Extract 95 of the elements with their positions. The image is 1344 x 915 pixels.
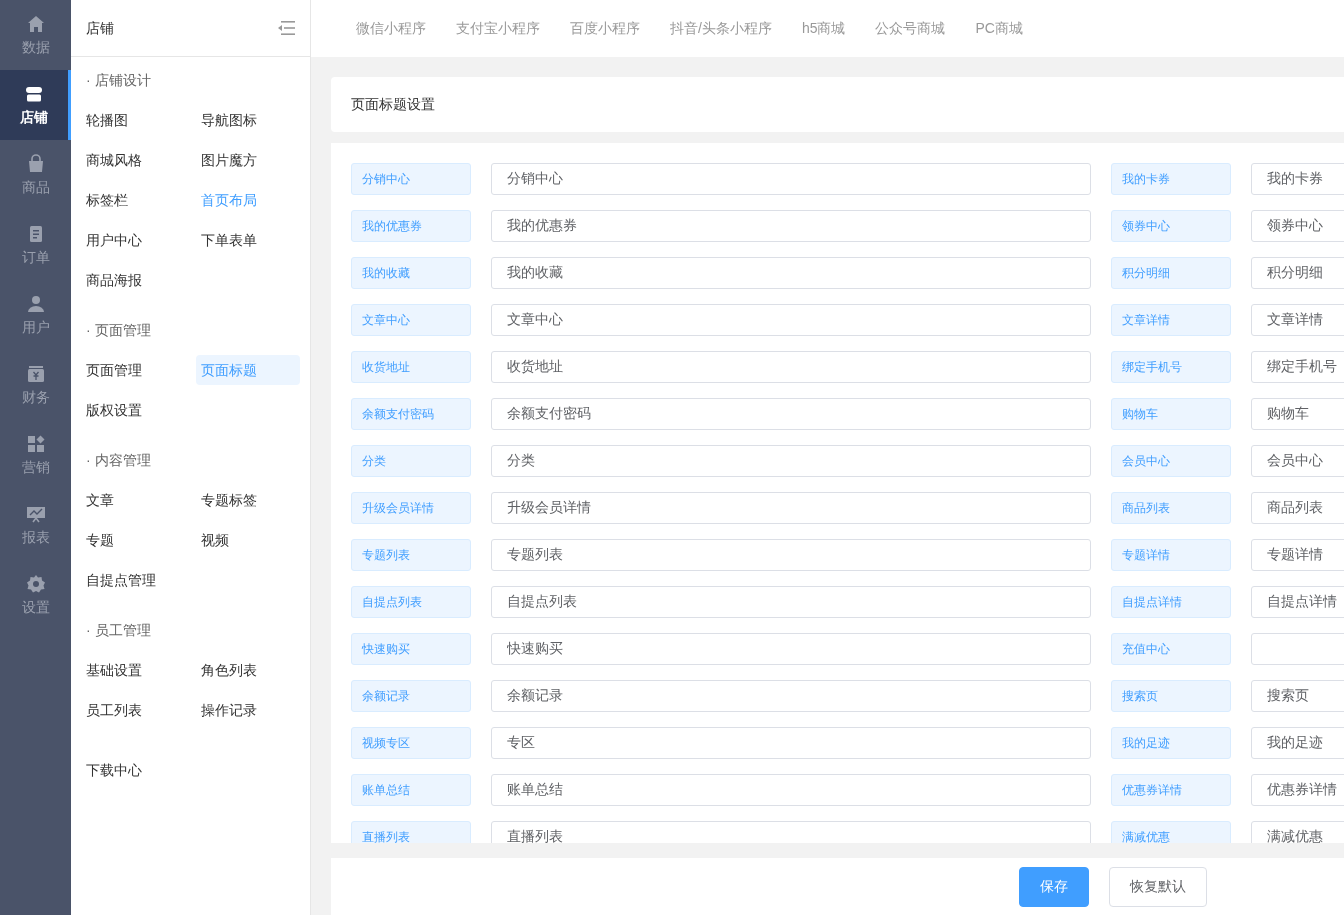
title-label: 搜索页 xyxy=(1111,680,1231,712)
title-input[interactable]: 直播列表 xyxy=(491,821,1091,843)
title-input[interactable]: 购物车 xyxy=(1251,398,1344,430)
menu-item[interactable]: 图片魔方 xyxy=(195,145,300,175)
title-label: 充值中心 xyxy=(1111,633,1231,665)
title-input[interactable]: 快速购买 xyxy=(491,633,1091,665)
title-label: 分类 xyxy=(351,445,471,477)
title-label: 优惠券详情 xyxy=(1111,774,1231,806)
title-label: 视频专区 xyxy=(351,727,471,759)
wallet-icon xyxy=(25,364,46,384)
title-input[interactable]: 升级会员详情 xyxy=(491,492,1091,524)
title-input[interactable]: 专题详情 xyxy=(1251,539,1344,571)
title-label: 直播列表 xyxy=(351,821,471,843)
title-label: 账单总结 xyxy=(351,774,471,806)
settings-icon xyxy=(25,574,46,594)
reset-button[interactable]: 恢复默认 xyxy=(1109,866,1207,907)
title-label: 绑定手机号 xyxy=(1111,351,1231,383)
title-label: 满减优惠 xyxy=(1111,821,1231,843)
title-input[interactable]: 领券中心 xyxy=(1251,210,1344,242)
title-label: 升级会员详情 xyxy=(351,492,471,524)
menu-group-title: · 员工管理 xyxy=(85,620,152,640)
menu-item[interactable]: 视频 xyxy=(195,525,300,555)
title-input[interactable]: 商品列表 xyxy=(1251,492,1344,524)
title-input[interactable]: 专题列表 xyxy=(491,539,1091,571)
menu-item[interactable]: 下载中心 xyxy=(81,755,186,785)
title-label: 文章中心 xyxy=(351,304,471,336)
nav-item[interactable]: 店铺 xyxy=(0,70,71,140)
title-input[interactable]: 自提点列表 xyxy=(491,586,1091,618)
title-input[interactable]: 收货地址 xyxy=(491,351,1091,383)
menu-item[interactable]: 文章 xyxy=(81,485,186,515)
menu-item[interactable]: 下单表单 xyxy=(195,225,300,255)
title-input[interactable]: 我的足迹 xyxy=(1251,727,1344,759)
title-input[interactable]: 文章中心 xyxy=(491,304,1091,336)
menu-item[interactable]: 操作记录 xyxy=(195,695,300,725)
chart-icon xyxy=(25,504,46,524)
title-label: 分销中心 xyxy=(351,163,471,195)
title-label: 自提点详情 xyxy=(1111,586,1231,618)
menu-item[interactable]: 基础设置 xyxy=(81,655,186,685)
menu-item[interactable]: 导航图标 xyxy=(195,105,300,135)
title-label: 收货地址 xyxy=(351,351,471,383)
title-input[interactable]: 我的收藏 xyxy=(491,257,1091,289)
title-input[interactable]: 积分明细 xyxy=(1251,257,1344,289)
title-label: 积分明细 xyxy=(1111,257,1231,289)
title-label: 专题列表 xyxy=(351,539,471,571)
title-input[interactable]: 优惠券详情 xyxy=(1251,774,1344,806)
store-icon xyxy=(24,84,44,104)
title-input[interactable]: 专区 xyxy=(491,727,1091,759)
menu-item[interactable]: 商品海报 xyxy=(81,265,186,295)
title-input[interactable]: 满减优惠 xyxy=(1251,821,1344,843)
menu-item[interactable]: 专题 xyxy=(81,525,186,555)
user-icon xyxy=(25,294,46,314)
menu-group-title: · 店铺设计 xyxy=(85,70,152,90)
title-input[interactable]: 我的优惠券 xyxy=(491,210,1091,242)
title-label: 会员中心 xyxy=(1111,445,1231,477)
title-label: 商品列表 xyxy=(1111,492,1231,524)
menu-item[interactable]: 用户中心 xyxy=(81,225,186,255)
title-label: 我的卡券 xyxy=(1111,163,1231,195)
title-label: 专题详情 xyxy=(1111,539,1231,571)
title-label: 自提点列表 xyxy=(351,586,471,618)
grid-icon xyxy=(25,434,46,454)
title-input[interactable]: 分类 xyxy=(491,445,1091,477)
submenu-title: 店铺 xyxy=(86,18,114,38)
menu-item[interactable]: 标签栏 xyxy=(81,185,186,215)
title-input[interactable]: 搜索页 xyxy=(1251,680,1344,712)
title-label: 文章详情 xyxy=(1111,304,1231,336)
title-label: 余额记录 xyxy=(351,680,471,712)
collapse-menu-icon[interactable] xyxy=(277,20,295,36)
menu-group-title: · 页面管理 xyxy=(85,320,152,340)
title-input[interactable]: 文章详情 xyxy=(1251,304,1344,336)
title-input[interactable]: 自提点详情 xyxy=(1251,586,1344,618)
menu-item[interactable]: 角色列表 xyxy=(195,655,300,685)
menu-item[interactable]: 商城风格 xyxy=(81,145,186,175)
title-label: 余额支付密码 xyxy=(351,398,471,430)
menu-item[interactable]: 版权设置 xyxy=(81,395,186,425)
title-input[interactable]: 分销中心 xyxy=(491,163,1091,195)
title-label: 我的优惠券 xyxy=(351,210,471,242)
title-input[interactable]: 账单总结 xyxy=(491,774,1091,806)
menu-item[interactable]: 轮播图 xyxy=(81,105,186,135)
title-input[interactable]: 我的卡券 xyxy=(1251,163,1344,195)
menu-item[interactable]: 自提点管理 xyxy=(81,565,186,595)
title-label: 快速购买 xyxy=(351,633,471,665)
menu-item[interactable]: 专题标签 xyxy=(195,485,300,515)
section-title: 页面标题设置 xyxy=(351,95,435,114)
title-input[interactable]: 余额记录 xyxy=(491,680,1091,712)
menu-item[interactable]: 页面管理 xyxy=(81,355,186,385)
title-label: 领券中心 xyxy=(1111,210,1231,242)
menu-group-title: · 内容管理 xyxy=(85,450,152,470)
title-input[interactable]: 余额支付密码 xyxy=(491,398,1091,430)
title-label: 购物车 xyxy=(1111,398,1231,430)
title-label: 我的收藏 xyxy=(351,257,471,289)
title-input[interactable] xyxy=(1251,633,1344,665)
menu-item[interactable]: 员工列表 xyxy=(81,695,186,725)
title-input[interactable]: 会员中心 xyxy=(1251,445,1344,477)
title-label: 我的足迹 xyxy=(1111,727,1231,759)
title-input[interactable]: 绑定手机号 xyxy=(1251,351,1344,383)
